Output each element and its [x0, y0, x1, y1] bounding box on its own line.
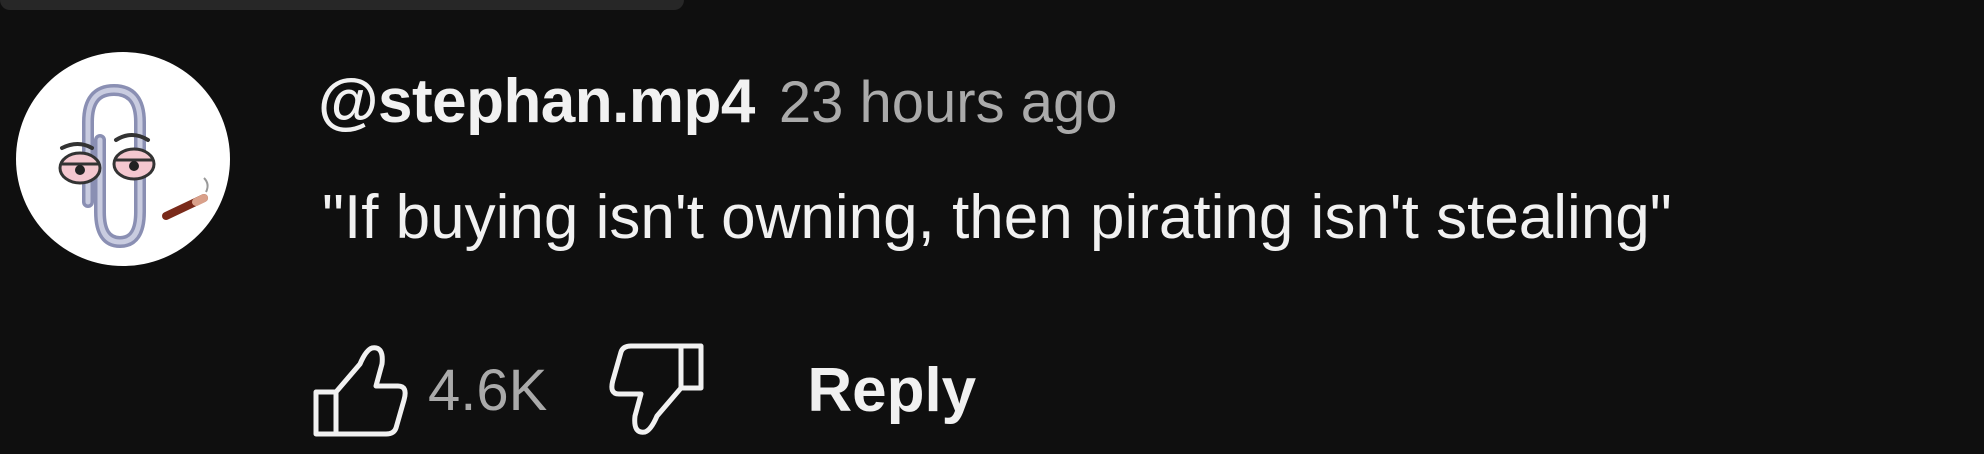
author-name[interactable]: @stephan.mp4	[318, 66, 755, 137]
dislike-button[interactable]	[607, 340, 707, 440]
comment: @stephan.mp4 23 hours ago "If buying isn…	[0, 0, 1984, 454]
comment-timestamp[interactable]: 23 hours ago	[779, 69, 1118, 136]
comment-actions: 4.6K Reply	[310, 340, 976, 440]
thumbs-down-icon	[609, 343, 704, 435]
comment-header: @stephan.mp4 23 hours ago	[318, 66, 1117, 136]
author-avatar[interactable]	[16, 52, 230, 266]
like-count: 4.6K	[428, 357, 548, 423]
thumbs-up-icon	[313, 345, 408, 437]
clippy-avatar-icon	[58, 83, 209, 249]
comment-text: "If buying isn't owning, then pirating i…	[322, 183, 1672, 252]
like-button[interactable]	[310, 340, 410, 440]
reply-button[interactable]: Reply	[807, 355, 976, 426]
